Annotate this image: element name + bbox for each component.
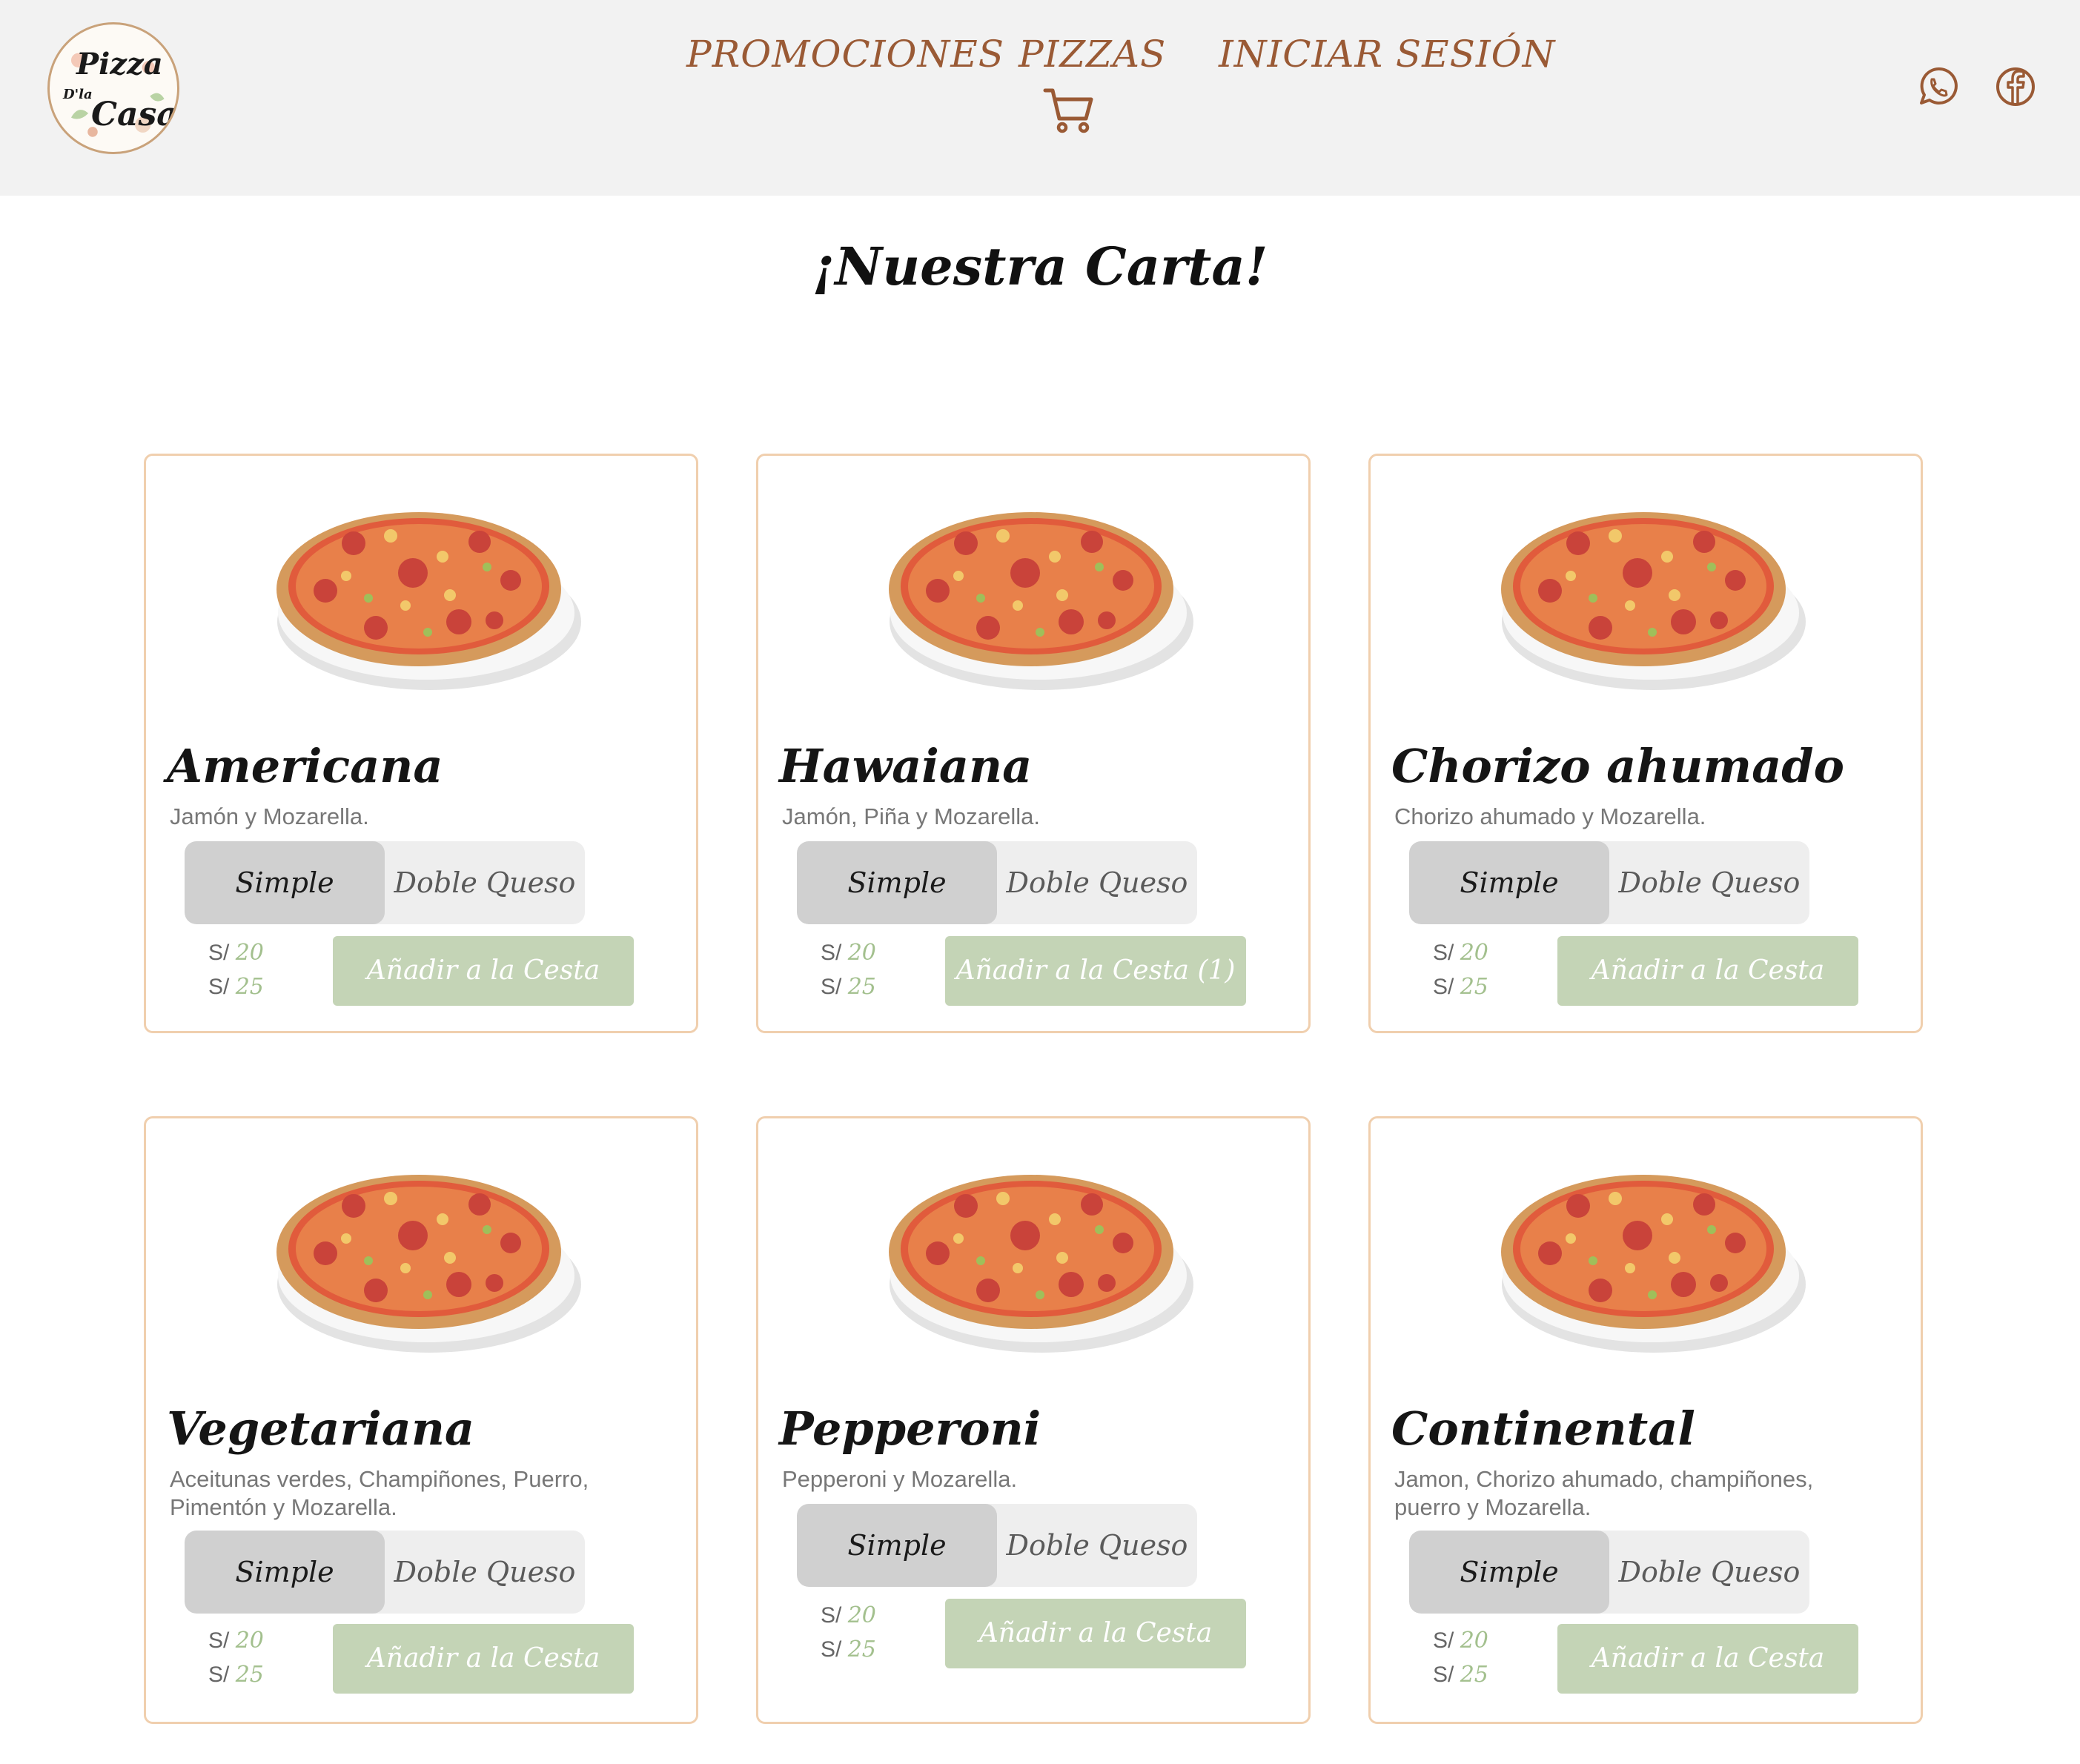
pizza-description: Jamón y Mozarella.: [170, 803, 369, 829]
option-doble-queso[interactable]: Doble Queso: [997, 841, 1197, 924]
option-simple[interactable]: Simple: [185, 1531, 385, 1614]
price-list: S/ 20 S/ 25: [821, 936, 910, 1004]
site-header: Pizza D'la Casa PROMOCIONES PIZZAS INICI…: [0, 0, 2080, 196]
pizza-image: [889, 1175, 1193, 1353]
add-to-cart-button[interactable]: Añadir a la Cesta (1): [945, 936, 1246, 1006]
pizza-image: [1501, 1175, 1806, 1353]
price-doble: S/ 25: [208, 974, 264, 1000]
pizza-card: Chorizo ahumado Chorizo ahumado y Mozare…: [1368, 454, 1923, 1033]
pizza-name: Continental: [1391, 1402, 1695, 1456]
size-toggle: Simple Doble Queso: [1409, 841, 1809, 924]
pizza-description: Chorizo ahumado y Mozarella.: [1394, 803, 1706, 829]
size-toggle: Simple Doble Queso: [185, 841, 585, 924]
price-simple: S/ 20: [208, 1628, 264, 1654]
add-to-cart-button[interactable]: Añadir a la Cesta: [1557, 936, 1858, 1006]
size-toggle: Simple Doble Queso: [1409, 1531, 1809, 1614]
whatsapp-icon[interactable]: [1917, 65, 1960, 108]
option-simple[interactable]: Simple: [1409, 1531, 1609, 1614]
price-doble: S/ 25: [208, 1662, 264, 1688]
price-list: S/ 20 S/ 25: [1433, 936, 1522, 1004]
pizza-image: [889, 512, 1193, 690]
price-simple: S/ 20: [1433, 1628, 1488, 1654]
price-doble: S/ 25: [1433, 974, 1488, 1000]
pizza-description: Pepperoni y Mozarella.: [782, 1466, 1018, 1492]
pizza-description: Jamón, Piña y Mozarella.: [782, 803, 1041, 829]
option-simple[interactable]: Simple: [1409, 841, 1609, 924]
option-doble-queso[interactable]: Doble Queso: [385, 1531, 585, 1614]
pizza-name: Pepperoni: [779, 1402, 1041, 1456]
option-doble-queso[interactable]: Doble Queso: [1609, 1531, 1809, 1614]
shopping-cart-icon[interactable]: [1042, 84, 1096, 138]
option-simple[interactable]: Simple: [797, 841, 997, 924]
pizza-description: Aceitunas verdes, Champiñones, Puerro, P…: [170, 1466, 589, 1520]
pizza-name: Vegetariana: [167, 1402, 475, 1456]
logo-text-dla: D'la: [63, 87, 93, 102]
pizza-image: [276, 512, 581, 690]
price-list: S/ 20 S/ 25: [208, 1624, 297, 1692]
option-doble-queso[interactable]: Doble Queso: [385, 841, 585, 924]
pizza-image: [276, 1175, 581, 1353]
nav-promociones[interactable]: PROMOCIONES: [686, 33, 1004, 76]
option-simple[interactable]: Simple: [797, 1504, 997, 1587]
pizza-name: Hawaiana: [779, 739, 1033, 793]
pizza-description: Jamon, Chorizo ahumado, champiñones, pue…: [1394, 1466, 1814, 1520]
pizza-card: Continental Jamon, Chorizo ahumado, cham…: [1368, 1116, 1923, 1724]
logo-text-casa: Casa: [91, 96, 178, 133]
pizza-card: Americana Jamón y Mozarella. Simple Dobl…: [144, 454, 698, 1033]
option-doble-queso[interactable]: Doble Queso: [1609, 841, 1809, 924]
price-list: S/ 20 S/ 25: [208, 936, 297, 1004]
price-doble: S/ 25: [821, 974, 876, 1000]
pizza-card: Vegetariana Aceitunas verdes, Champiñone…: [144, 1116, 698, 1724]
logo-text-pizza: Pizza: [76, 47, 163, 82]
price-doble: S/ 25: [1433, 1662, 1488, 1688]
price-simple: S/ 20: [1433, 940, 1488, 966]
nav-pizzas[interactable]: PIZZAS: [1019, 33, 1166, 76]
pizza-card: Pepperoni Pepperoni y Mozarella. Simple …: [756, 1116, 1311, 1724]
price-list: S/ 20 S/ 25: [821, 1599, 910, 1667]
pizza-card: Hawaiana Jamón, Piña y Mozarella. Simple…: [756, 454, 1311, 1033]
pizza-image: [1501, 512, 1806, 690]
price-doble: S/ 25: [821, 1637, 876, 1662]
pizza-name: Chorizo ahumado: [1391, 739, 1844, 793]
option-doble-queso[interactable]: Doble Queso: [997, 1504, 1197, 1587]
brand-logo[interactable]: Pizza D'la Casa: [47, 22, 179, 154]
option-simple[interactable]: Simple: [185, 841, 385, 924]
add-to-cart-button[interactable]: Añadir a la Cesta: [333, 1624, 634, 1694]
add-to-cart-button[interactable]: Añadir a la Cesta: [1557, 1624, 1858, 1694]
facebook-icon[interactable]: [1994, 65, 2037, 108]
nav-iniciar-sesion[interactable]: INICIAR SESIÓN: [1219, 33, 1555, 76]
add-to-cart-button[interactable]: Añadir a la Cesta: [945, 1599, 1246, 1668]
price-list: S/ 20 S/ 25: [1433, 1624, 1522, 1692]
price-simple: S/ 20: [208, 940, 264, 966]
price-simple: S/ 20: [821, 940, 876, 966]
price-simple: S/ 20: [821, 1602, 876, 1628]
size-toggle: Simple Doble Queso: [185, 1531, 585, 1614]
size-toggle: Simple Doble Queso: [797, 841, 1197, 924]
pizza-name: Americana: [167, 739, 443, 793]
page-title: ¡Nuestra Carta!: [812, 236, 1268, 297]
size-toggle: Simple Doble Queso: [797, 1504, 1197, 1587]
add-to-cart-button[interactable]: Añadir a la Cesta: [333, 936, 634, 1006]
